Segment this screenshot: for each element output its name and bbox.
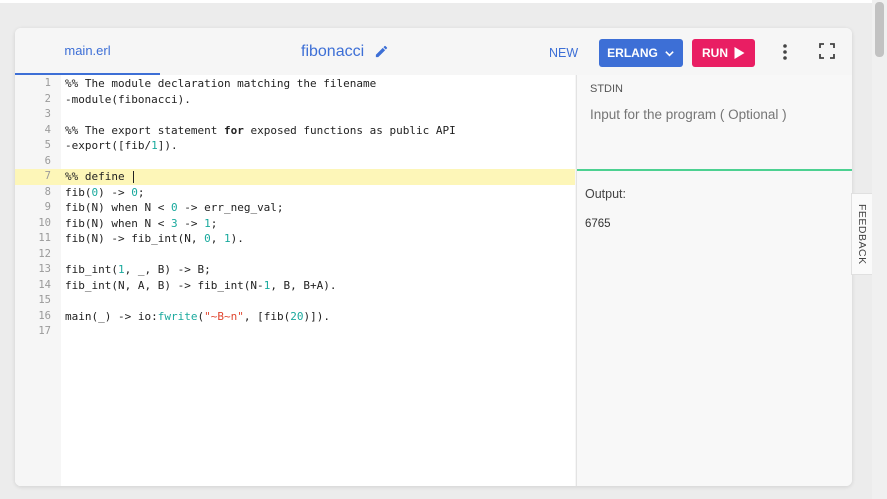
new-button[interactable]: NEW [549,46,578,60]
code-text: fib(0) -> 0; [65,185,145,199]
code-line[interactable]: 17 [15,324,575,340]
more-vertical-icon [783,44,787,60]
output-label: Output: [585,187,626,201]
stdin-label: STDIN [590,83,623,95]
code-editor[interactable]: 1 %% The module declaration matching the … [15,75,575,486]
code-text: %% The export statement for exposed func… [65,123,456,137]
code-text: %% define [65,169,135,185]
stdin-input[interactable] [590,107,840,122]
run-button[interactable]: RUN [692,39,755,67]
line-number: 10 [38,216,51,229]
code-line[interactable]: 7 %% define [15,169,575,185]
feedback-tab[interactable]: FEEDBACK [851,193,872,275]
code-text: fib(N) when N < 3 -> 1; [65,216,218,230]
code-line[interactable]: 16 main(_) -> io:fwrite("~B~n", [fib(20)]… [15,309,575,325]
code-text: fib_int(N, A, B) -> fib_int(N-1, B, B+A)… [65,278,337,292]
line-number: 8 [44,185,51,198]
text-cursor [133,171,135,183]
line-number: 1 [44,77,51,89]
tab-main-erl[interactable]: main.erl [15,28,160,75]
code-text: main(_) -> io:fwrite("~B~n", [fib(20)]). [65,309,330,323]
line-number: 9 [44,201,51,213]
code-line[interactable]: 15 [15,293,575,309]
code-line[interactable]: 13 fib_int(1, _, B) -> B; [15,262,575,278]
more-options-button[interactable] [777,42,793,62]
output-value: 6765 [585,218,611,230]
toolbar: main.erl fibonacci NEW ERLANG RUN [15,28,852,75]
code-line[interactable]: 12 [15,247,575,263]
code-line[interactable]: 11 fib(N) -> fib_int(N, 0, 1). [15,231,575,247]
chevron-down-icon [665,50,674,56]
code-text: -module(fibonacci). [65,92,191,106]
fullscreen-button[interactable] [819,43,837,61]
file-tab-label: main.erl [64,43,111,58]
line-number: 15 [38,294,51,306]
code-text: %% The module declaration matching the f… [65,77,377,90]
line-number: 11 [38,232,51,244]
code-line[interactable]: 1 %% The module declaration matching the … [15,76,575,92]
language-select-button[interactable]: ERLANG [599,39,683,67]
project-name: fibonacci [301,42,365,60]
feedback-label: FEEDBACK [856,203,868,265]
code-line[interactable]: 4 %% The export statement for exposed fun… [15,123,575,139]
line-number: 17 [38,325,51,337]
code-text: -export([fib/1]). [65,139,178,152]
code-line[interactable]: 10 fib(N) when N < 3 -> 1; [15,216,575,232]
page-scrollbar[interactable] [872,0,887,499]
line-number: 13 [38,263,51,275]
line-number: 12 [38,247,51,260]
language-label: ERLANG [607,46,658,60]
line-number: 5 [44,139,51,151]
code-line[interactable]: 14 fib_int(N, A, B) -> fib_int(N-1, B, B+… [15,278,575,294]
project-title[interactable]: fibonacci [301,28,389,75]
code-text: fib(N) -> fib_int(N, 0, 1). [65,232,244,245]
line-number: 6 [44,154,51,167]
code-line[interactable]: 3 [15,107,575,123]
run-label: RUN [702,46,728,60]
line-number: 4 [44,123,51,136]
ide-window: main.erl fibonacci NEW ERLANG RUN 1 %% T… [15,28,852,486]
code-line[interactable]: 2 -module(fibonacci). [15,92,575,108]
code-text: fib(N) when N < 0 -> err_neg_val; [65,201,284,214]
fullscreen-icon [819,43,835,59]
code-line[interactable]: 6 [15,154,575,170]
pencil-icon[interactable] [374,44,389,59]
line-number: 2 [44,92,51,105]
code-line[interactable]: 9 fib(N) when N < 0 -> err_neg_val; [15,200,575,216]
io-panel: STDIN Output: 6765 [576,75,852,486]
panel-divider[interactable] [577,169,852,171]
line-number: 14 [38,278,51,291]
line-number: 16 [38,309,51,322]
top-strip [0,0,887,3]
line-number: 3 [44,108,51,120]
scrollbar-thumb[interactable] [875,2,884,57]
code-line[interactable]: 5 -export([fib/1]). [15,138,575,154]
code-line[interactable]: 8 fib(0) -> 0; [15,185,575,201]
code-text: fib_int(1, _, B) -> B; [65,263,211,276]
line-number: 7 [15,169,51,185]
play-icon [734,47,745,59]
